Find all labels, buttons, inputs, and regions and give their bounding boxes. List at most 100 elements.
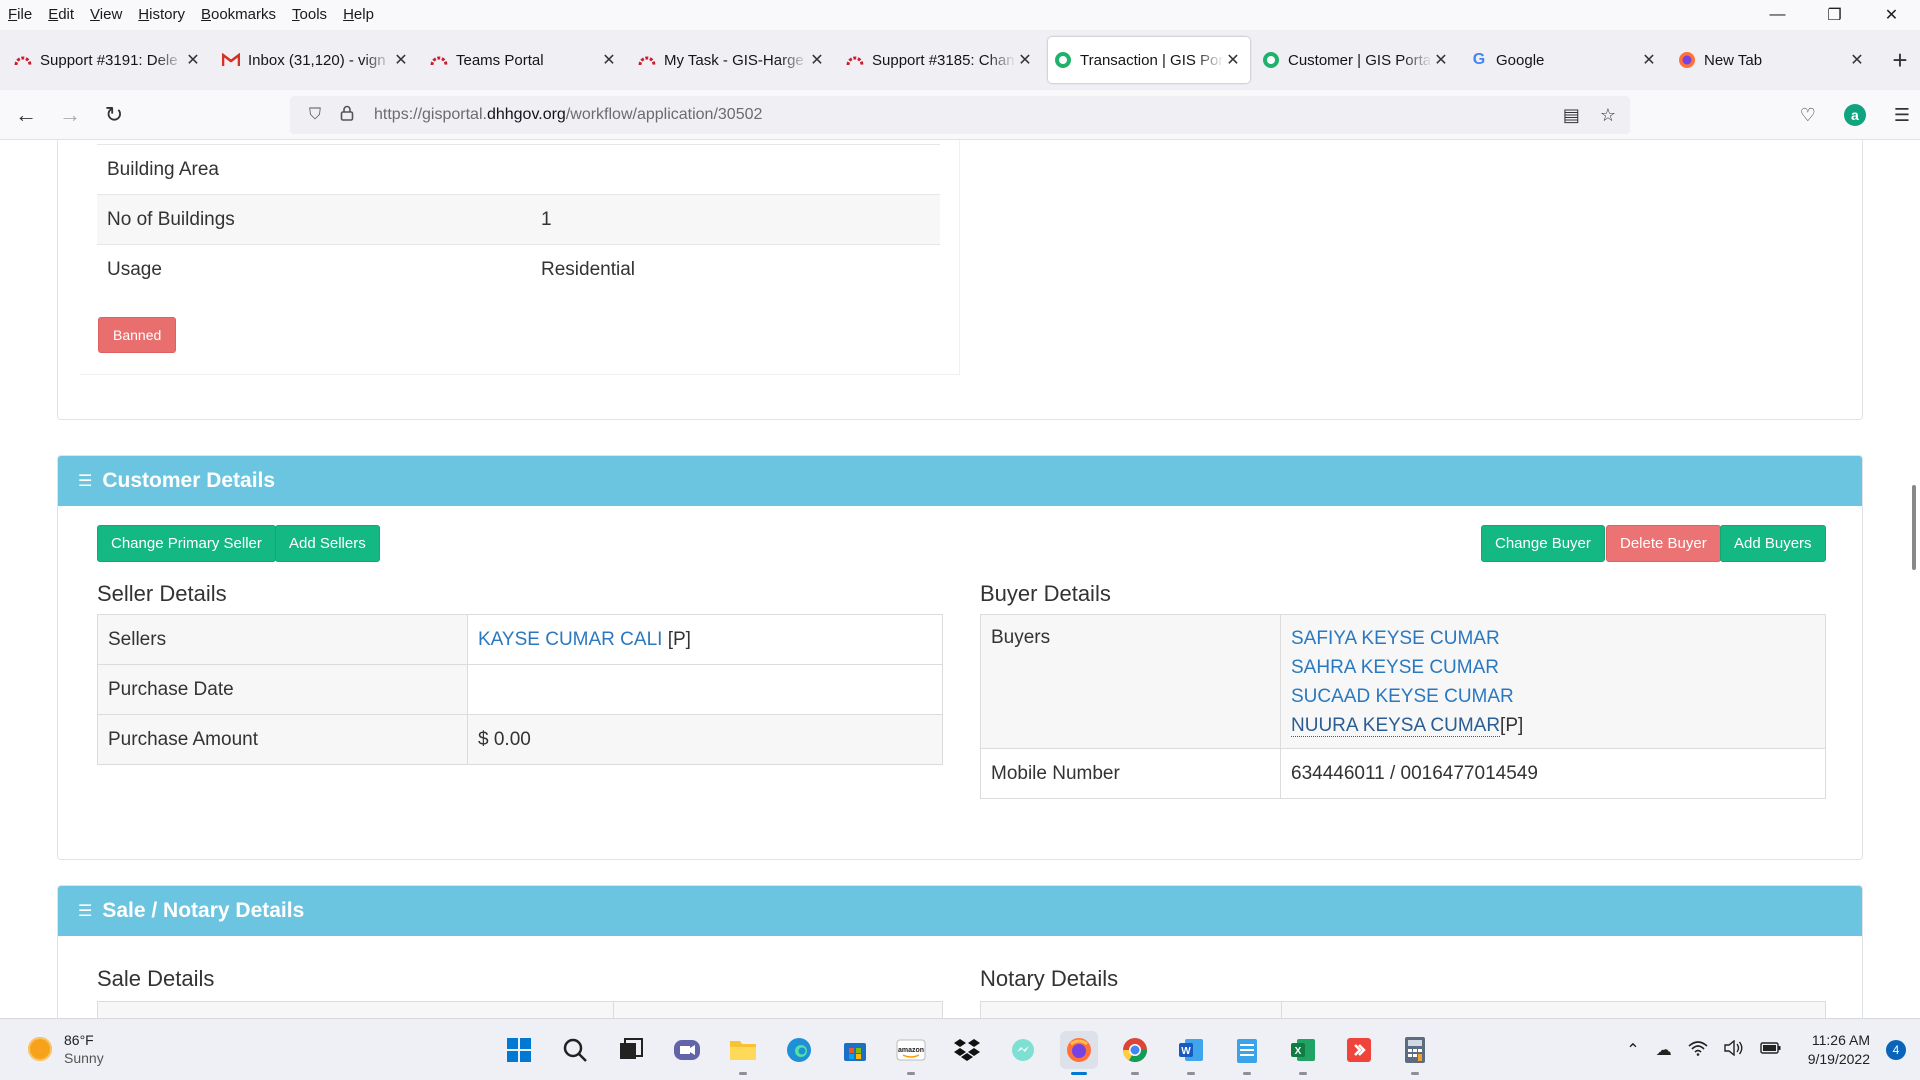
add-sellers-button[interactable]: Add Sellers bbox=[275, 525, 380, 562]
clock[interactable]: 11:26 AM 9/19/2022 bbox=[1808, 1031, 1870, 1069]
tab-inbox[interactable]: Inbox (31,120) - vign ✕ bbox=[216, 37, 418, 83]
back-arrow-icon[interactable]: ← bbox=[8, 97, 44, 133]
menu-view[interactable]: View bbox=[82, 0, 130, 30]
hamburger-menu-icon[interactable]: ☰ bbox=[1894, 105, 1910, 126]
tab-close-icon[interactable]: ✕ bbox=[1432, 50, 1450, 70]
menu-tools[interactable]: Tools bbox=[284, 0, 335, 30]
menu-edit[interactable]: Edit bbox=[40, 0, 82, 30]
address-bar[interactable]: ⛉ https://gisportal.dhhgov.org/workflow/… bbox=[290, 96, 1630, 134]
menu-bookmarks[interactable]: Bookmarks bbox=[193, 0, 284, 30]
messenger-icon[interactable] bbox=[1004, 1031, 1042, 1069]
account-avatar-icon[interactable]: a bbox=[1843, 104, 1866, 126]
close-icon[interactable]: ✕ bbox=[1863, 0, 1920, 30]
tab-close-icon[interactable]: ✕ bbox=[1016, 50, 1034, 70]
bookmark-star-icon[interactable]: ☆ bbox=[1600, 105, 1616, 126]
buyer-link[interactable]: NUURA KEYSA CUMAR bbox=[1291, 714, 1501, 737]
excel-icon[interactable]: X bbox=[1284, 1031, 1322, 1075]
tab-my-task[interactable]: My Task - GIS-Harge ✕ bbox=[632, 37, 834, 83]
tab-close-icon[interactable]: ✕ bbox=[1640, 50, 1658, 70]
tab-support-3185[interactable]: Support #3185: Chan ✕ bbox=[840, 37, 1042, 83]
reload-icon[interactable]: ↻ bbox=[96, 97, 132, 133]
shield-icon[interactable]: ⛉ bbox=[302, 106, 328, 124]
property-details-panel: Building Area No of Buildings 1 Usage Re… bbox=[57, 140, 1863, 420]
onedrive-cloud-icon[interactable]: ☁ bbox=[1656, 1040, 1672, 1060]
notepad-icon[interactable] bbox=[1228, 1031, 1266, 1075]
microsoft-store-icon[interactable] bbox=[836, 1031, 874, 1069]
buyer-link[interactable]: SUCAAD KEYSE CUMAR bbox=[1291, 686, 1514, 707]
buyer-link[interactable]: SAHRA KEYSE CUMAR bbox=[1291, 657, 1499, 678]
primary-tag: [P] bbox=[1500, 714, 1524, 736]
file-explorer-icon[interactable] bbox=[724, 1031, 762, 1075]
table-row: Usage Residential bbox=[97, 244, 940, 295]
tab-close-icon[interactable]: ✕ bbox=[808, 50, 826, 70]
menu-help[interactable]: Help bbox=[335, 0, 382, 30]
seller-link[interactable]: KAYSE CUMAR CALI bbox=[478, 629, 662, 650]
change-primary-seller-button[interactable]: Change Primary Seller bbox=[97, 525, 276, 562]
table-row: Building Area bbox=[97, 144, 940, 195]
firefox-icon[interactable] bbox=[1060, 1031, 1098, 1075]
buyer-details-title: Buyer Details bbox=[980, 581, 1111, 606]
purchase-amount-label: Purchase Amount bbox=[97, 714, 468, 765]
battery-icon[interactable] bbox=[1760, 1041, 1782, 1060]
svg-text:W: W bbox=[1181, 1046, 1191, 1057]
word-icon[interactable]: W bbox=[1172, 1031, 1210, 1075]
delete-buyer-button[interactable]: Delete Buyer bbox=[1606, 525, 1721, 562]
notary-table bbox=[980, 1001, 1826, 1018]
tab-close-icon[interactable]: ✕ bbox=[184, 50, 202, 70]
gmail-icon bbox=[222, 51, 240, 69]
url-text: https://gisportal.dhhgov.org/workflow/ap… bbox=[374, 106, 763, 123]
menu-file[interactable]: File bbox=[0, 0, 40, 30]
restore-icon[interactable]: ❐ bbox=[1806, 0, 1863, 30]
tab-support-3191[interactable]: Support #3191: Dele ✕ bbox=[8, 37, 210, 83]
teams-chat-icon[interactable] bbox=[668, 1031, 706, 1069]
panel-title: Sale / Notary Details bbox=[102, 899, 305, 922]
weather-widget[interactable]: 86°F Sunny bbox=[28, 1031, 104, 1067]
clock-date: 9/19/2022 bbox=[1807, 1051, 1870, 1067]
chrome-icon[interactable] bbox=[1116, 1031, 1154, 1075]
volume-icon[interactable] bbox=[1724, 1039, 1744, 1061]
reader-view-icon[interactable]: ▤ bbox=[1563, 105, 1580, 126]
seller-table: Sellers KAYSE CUMAR CALI [P] Purchase Da… bbox=[97, 614, 943, 765]
menu-history[interactable]: History bbox=[130, 0, 193, 30]
buyer-table: Buyers SAFIYA KEYSE CUMAR SAHRA KEYSE CU… bbox=[980, 614, 1826, 799]
amazon-icon[interactable]: amazon bbox=[892, 1031, 930, 1075]
add-buyers-button[interactable]: Add Buyers bbox=[1720, 525, 1826, 562]
buyer-link[interactable]: SAFIYA KEYSE CUMAR bbox=[1291, 628, 1500, 649]
tab-transaction[interactable]: Transaction | GIS Por ✕ bbox=[1048, 37, 1250, 83]
menu-bar: File Edit View History Bookmarks Tools H… bbox=[0, 0, 1920, 30]
change-buyer-button[interactable]: Change Buyer bbox=[1481, 525, 1605, 562]
dropbox-icon[interactable] bbox=[948, 1031, 986, 1069]
notification-badge[interactable]: 4 bbox=[1886, 1040, 1906, 1060]
row-value bbox=[531, 144, 940, 195]
tab-google[interactable]: G Google ✕ bbox=[1464, 37, 1666, 83]
tab-close-icon[interactable]: ✕ bbox=[1848, 50, 1866, 70]
tab-close-icon[interactable]: ✕ bbox=[392, 50, 410, 70]
page-scrollbar[interactable] bbox=[1912, 485, 1916, 570]
pocket-icon[interactable]: ♡ bbox=[1800, 105, 1816, 126]
wifi-icon[interactable] bbox=[1688, 1040, 1708, 1061]
tab-teams-portal[interactable]: Teams Portal ✕ bbox=[424, 37, 626, 83]
edge-icon[interactable] bbox=[780, 1031, 818, 1069]
tab-new-tab[interactable]: New Tab ✕ bbox=[1672, 37, 1874, 83]
anydesk-icon[interactable] bbox=[1340, 1031, 1378, 1069]
forward-arrow-icon[interactable]: → bbox=[52, 97, 88, 133]
tab-customer[interactable]: Customer | GIS Portal ✕ bbox=[1256, 37, 1458, 83]
task-view-icon[interactable] bbox=[612, 1031, 650, 1069]
seller-details-title: Seller Details bbox=[97, 581, 227, 606]
clock-time: 11:26 AM bbox=[1811, 1032, 1870, 1048]
minimize-icon[interactable]: — bbox=[1749, 0, 1806, 30]
primary-tag: [P] bbox=[667, 628, 691, 650]
redmine-icon bbox=[846, 51, 864, 69]
new-tab-plus-icon[interactable]: + bbox=[1880, 45, 1920, 76]
tab-close-icon[interactable]: ✕ bbox=[1224, 50, 1242, 70]
table-row: No of Buildings 1 bbox=[97, 194, 940, 245]
sale-notary-panel: ☰ Sale / Notary Details Sale Details Not… bbox=[57, 885, 1863, 1018]
tab-close-icon[interactable]: ✕ bbox=[600, 50, 618, 70]
chevron-up-icon[interactable]: ⌃ bbox=[1626, 1040, 1639, 1060]
redmine-icon bbox=[430, 51, 448, 69]
calculator-icon[interactable] bbox=[1396, 1031, 1434, 1075]
table-row: Purchase Amount $ 0.00 bbox=[97, 714, 943, 765]
windows-start-icon[interactable] bbox=[500, 1031, 538, 1069]
search-icon[interactable] bbox=[556, 1031, 594, 1069]
lock-icon[interactable] bbox=[334, 105, 360, 126]
